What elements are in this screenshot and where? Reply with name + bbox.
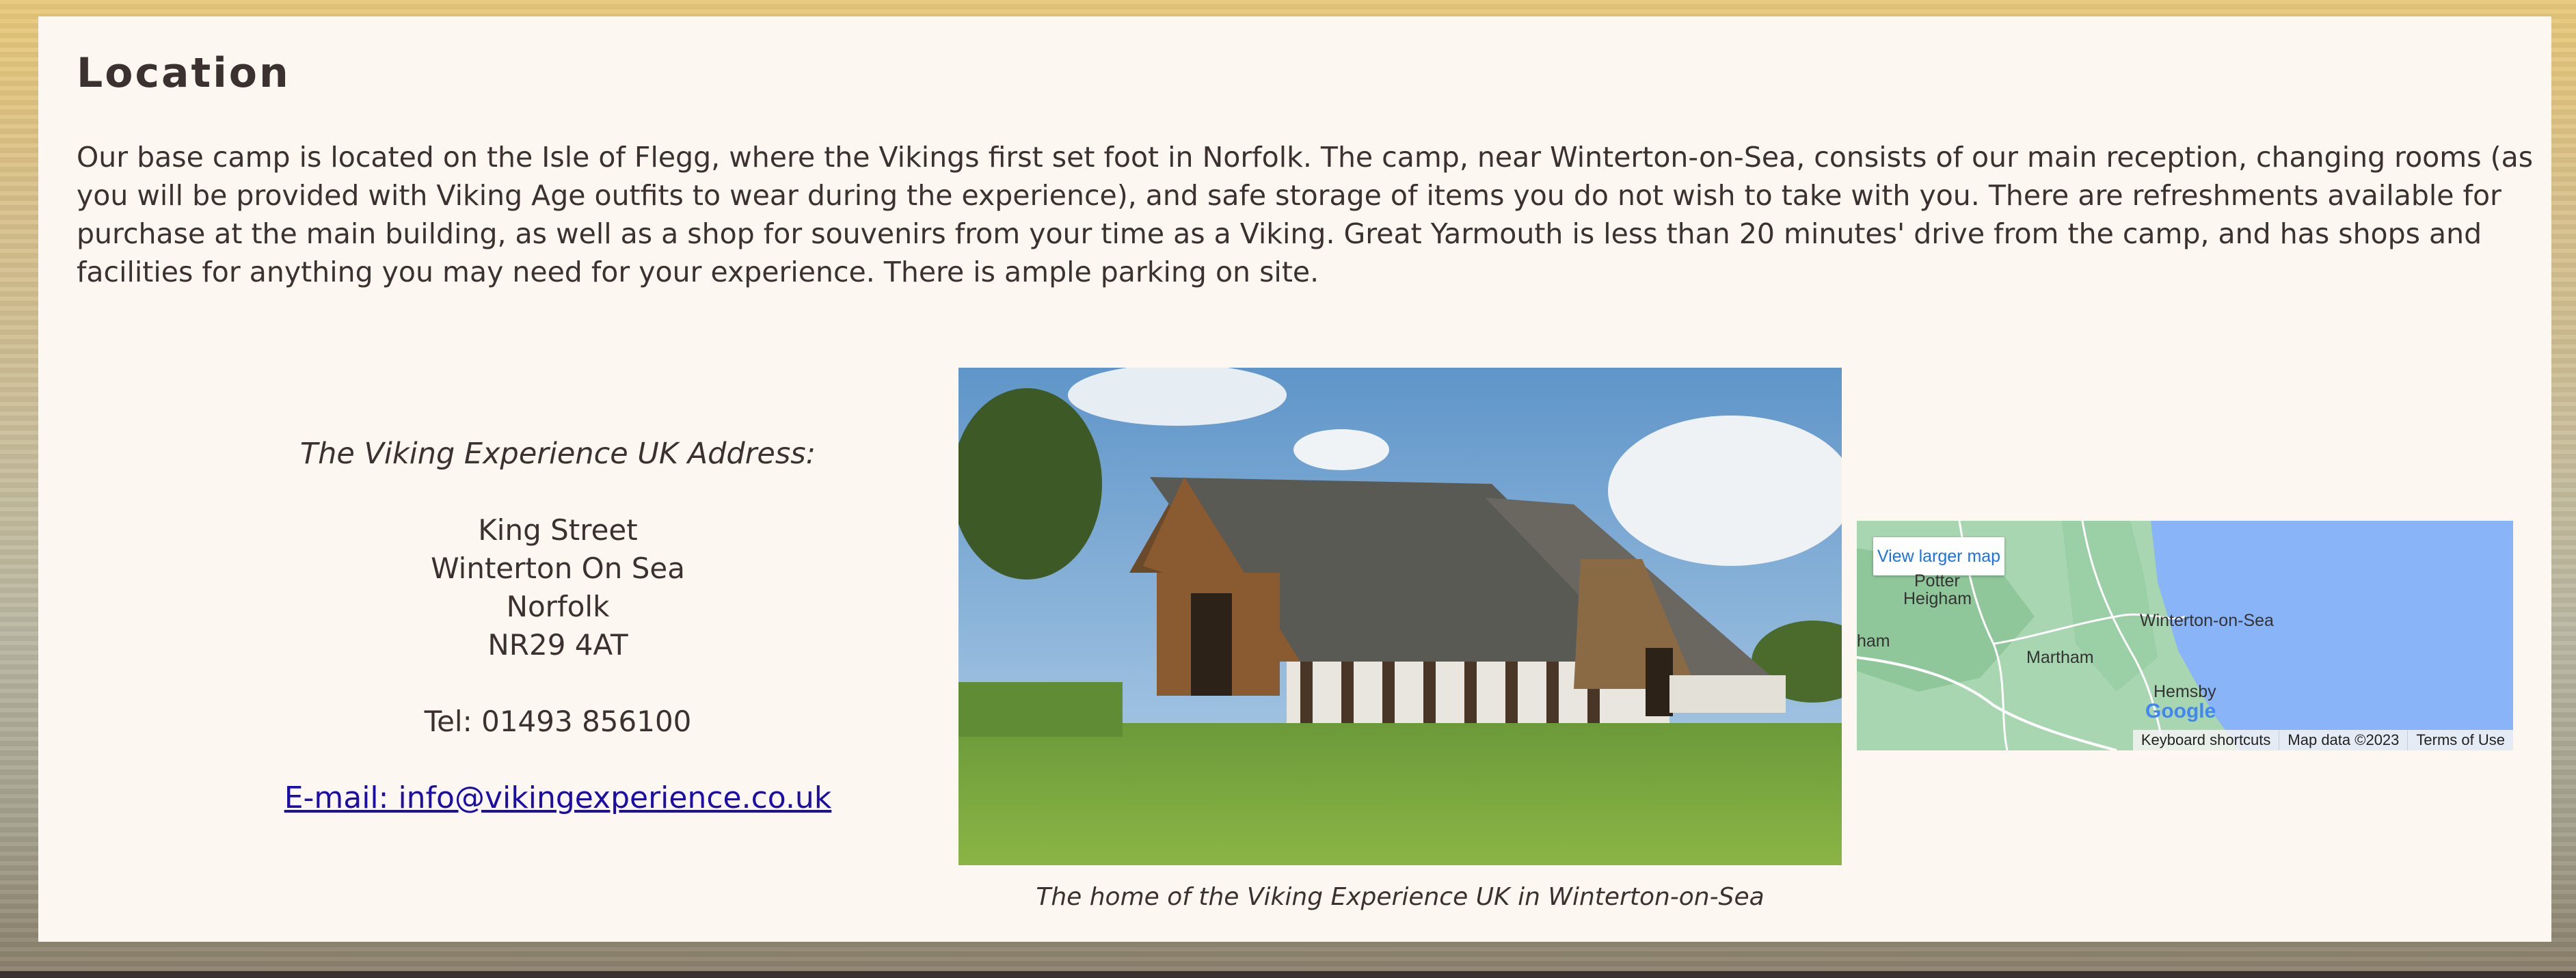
map-footer: Keyboard shortcuts Map data ©2023 Terms … (2132, 730, 2513, 750)
map-label-heigham: Heigham (1903, 589, 1972, 608)
location-section: Location Our base camp is located on the… (38, 16, 2551, 942)
embedded-map[interactable]: View larger map Potter Heigham ham Marth… (1857, 521, 2513, 750)
map-label-martham: Martham (2026, 648, 2094, 667)
intro-paragraph: Our base camp is located on the Isle of … (77, 141, 2534, 288)
keyboard-shortcuts-link[interactable]: Keyboard shortcuts (2133, 730, 2279, 750)
terms-of-use-link[interactable]: Terms of Use (2407, 730, 2513, 750)
page-bottom-bar (0, 971, 2576, 978)
address-street: King Street (478, 513, 638, 547)
longhouse-photo (958, 368, 1842, 865)
photo-caption: The home of the Viking Experience UK in … (1036, 883, 1765, 911)
address-town: Winterton On Sea (431, 552, 685, 585)
address-postcode: NR29 4AT (487, 628, 628, 662)
address-block: The Viking Experience UK Address: King S… (168, 435, 948, 817)
view-larger-map-link[interactable]: View larger map (1873, 537, 2004, 575)
telephone: Tel: 01493 856100 (424, 705, 692, 738)
address-title: The Viking Experience UK Address: (299, 437, 816, 471)
map-data-text: Map data ©2023 (2279, 730, 2407, 750)
map-label-hemsby: Hemsby (2154, 682, 2216, 701)
map-label-potter: Potter (1914, 571, 1960, 590)
email-link[interactable]: E-mail: info@vikingexperience.co.uk (284, 780, 832, 815)
longhouse-image (958, 368, 1842, 865)
address-county: Norfolk (506, 590, 610, 623)
section-heading: Location (77, 49, 291, 97)
google-logo: Google (2145, 700, 2216, 722)
map-label-winterton: Winterton-on-Sea (2140, 611, 2274, 630)
map-label-ham: ham (1857, 631, 1890, 651)
